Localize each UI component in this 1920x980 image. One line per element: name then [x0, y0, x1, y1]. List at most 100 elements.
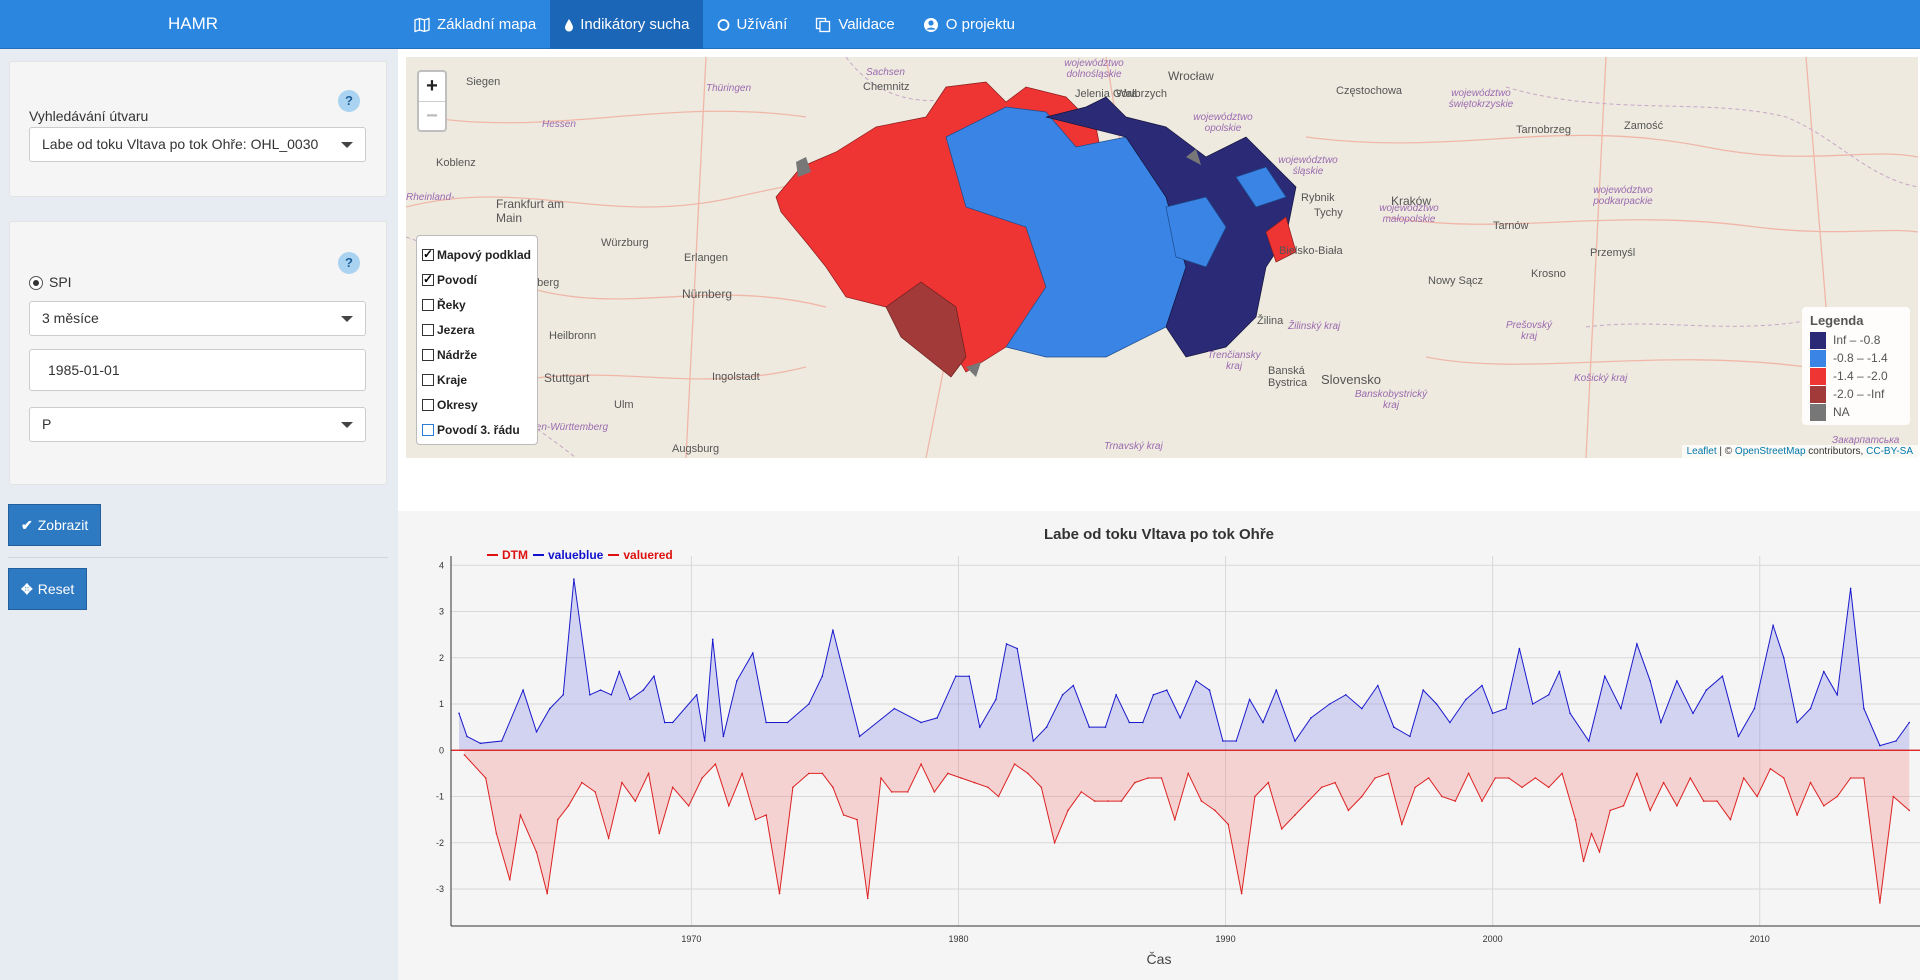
- checkbox[interactable]: [422, 323, 434, 336]
- series-valuered-point: [728, 805, 730, 807]
- series-valueblue-point: [1310, 717, 1312, 719]
- map-region-label: Thüringen: [706, 83, 752, 94]
- series-valueblue-point: [1836, 694, 1838, 696]
- legend-item-valuered[interactable]: valuered: [608, 548, 673, 562]
- series-valueblue-point: [1547, 694, 1550, 696]
- check-icon: ✔: [21, 516, 33, 533]
- chart-areas: [459, 579, 1910, 903]
- series-valuered-point: [880, 777, 882, 779]
- legend-label: -0.8 – -1.4: [1833, 351, 1888, 365]
- y-tick-label: 0: [439, 745, 444, 755]
- date-input[interactable]: 1985-01-01: [29, 349, 366, 391]
- series-valueblue-point: [808, 703, 810, 705]
- series-valueblue-point: [663, 721, 666, 724]
- legend-swatch: [1810, 367, 1826, 385]
- legend-label: -2.0 – -Inf: [1833, 387, 1885, 401]
- variable-select[interactable]: P: [29, 407, 366, 442]
- series-valuered-point: [866, 897, 869, 900]
- checkbox[interactable]: [422, 247, 434, 261]
- series-valueblue-point: [1104, 726, 1107, 728]
- layer-item[interactable]: Kraje: [422, 367, 532, 392]
- license-link[interactable]: CC-BY-SA: [1866, 446, 1913, 457]
- show-button[interactable]: ✔ Zobrazit: [8, 504, 102, 546]
- series-valueblue-point: [618, 670, 621, 673]
- legend-item-dtm[interactable]: DTM: [487, 548, 528, 562]
- nav-tab-uzivani[interactable]: Užívání: [703, 0, 801, 49]
- series-valuered-point: [1702, 800, 1705, 802]
- nav-tab-zakladni-mapa[interactable]: Základní mapa: [400, 0, 550, 49]
- app-brand[interactable]: HAMR: [168, 14, 218, 34]
- map-city-label: Würzburg: [601, 237, 649, 249]
- series-valueblue-point: [1393, 726, 1395, 728]
- series-valuered-point: [1783, 777, 1785, 779]
- series-valueblue-point: [610, 694, 613, 696]
- layer-item[interactable]: Jezera: [422, 317, 532, 342]
- series-valuered-point: [1294, 814, 1296, 816]
- chevron-down-icon: [341, 422, 353, 428]
- series-valuered-point: [906, 791, 909, 793]
- help-icon[interactable]: ?: [338, 252, 360, 274]
- zoom-control: + −: [417, 70, 447, 132]
- series-valuered-point: [1534, 777, 1537, 779]
- legend-item: NA: [1810, 403, 1902, 421]
- layer-item[interactable]: Řeky: [422, 292, 532, 317]
- series-valueblue-point: [1465, 698, 1467, 701]
- layer-item[interactable]: Povodí: [422, 267, 532, 292]
- series-valuered-point: [1590, 832, 1593, 835]
- layer-item[interactable]: Povodí 3. řádu: [422, 417, 532, 442]
- layer-item[interactable]: Nádrže: [422, 342, 532, 367]
- checkbox[interactable]: [422, 423, 434, 436]
- nav-tab-o-projektu[interactable]: O projektu: [909, 0, 1029, 49]
- layer-item[interactable]: Mapový podklad: [422, 242, 532, 267]
- zoom-in-button[interactable]: +: [419, 72, 445, 101]
- series-valueblue-point: [1222, 740, 1224, 742]
- series-valueblue-point: [1345, 694, 1347, 696]
- checkbox[interactable]: [422, 298, 434, 311]
- spi-radio[interactable]: [29, 276, 43, 290]
- osm-link[interactable]: OpenStreetMap: [1735, 446, 1806, 457]
- series-valuered-point: [1676, 805, 1678, 807]
- copy-icon: [815, 17, 831, 33]
- nav-tab-validace[interactable]: Validace: [801, 0, 908, 49]
- series-valueblue-point: [832, 629, 834, 631]
- checkbox[interactable]: [422, 373, 434, 386]
- waterbody-select[interactable]: Labe od toku Vltava po tok Ohře: OHL_003…: [29, 127, 366, 162]
- checkbox[interactable]: [422, 348, 434, 361]
- layer-control: Mapový podklad Povodí Řeky Jezera Nádrže…: [416, 235, 538, 445]
- map-city-label: Częstochowa: [1336, 85, 1403, 97]
- series-valueblue-point: [671, 721, 674, 724]
- series-valueblue-point: [1531, 703, 1534, 705]
- series-valuered-point: [1454, 800, 1457, 802]
- series-valueblue-point: [1377, 684, 1379, 687]
- series-valueblue-point: [500, 740, 503, 742]
- period-select[interactable]: 3 měsíce: [29, 301, 366, 336]
- map-region-label: województwo opolskie: [1193, 112, 1253, 134]
- series-valuered-point: [754, 818, 757, 821]
- series-valueblue-point: [1195, 680, 1197, 682]
- series-valueblue-point: [1908, 721, 1911, 724]
- zoom-out-button[interactable]: −: [419, 101, 445, 130]
- series-valuered-point: [1441, 795, 1443, 798]
- nav-tab-indikatory-sucha[interactable]: Indikátory sucha: [550, 0, 704, 49]
- help-icon[interactable]: ?: [338, 90, 360, 112]
- nav-tab-label: Užívání: [736, 16, 788, 33]
- map[interactable]: Siegen Chemnitz Jelenia Góra Wałbrzych W…: [406, 57, 1918, 458]
- layer-item[interactable]: Okresy: [422, 392, 532, 417]
- leaflet-link[interactable]: Leaflet: [1687, 446, 1717, 457]
- series-valuered-point: [1214, 809, 1216, 812]
- y-tick-label: -1: [436, 792, 444, 802]
- series-valuered-point: [495, 832, 498, 835]
- series-valueblue-point: [968, 675, 970, 677]
- reset-button[interactable]: ✥ Reset: [8, 568, 88, 610]
- checkbox[interactable]: [422, 272, 434, 286]
- series-valueblue-point: [1235, 740, 1237, 742]
- series-valuered-point: [1347, 809, 1350, 812]
- series-valueblue-point: [1005, 643, 1008, 645]
- series-valuered-point: [607, 837, 610, 839]
- series-valueblue-point: [1328, 703, 1331, 705]
- checkbox[interactable]: [422, 398, 434, 411]
- series-valuered-point: [1080, 791, 1083, 793]
- series-valuered-point: [1307, 800, 1310, 802]
- map-city-label: Erlangen: [684, 252, 729, 264]
- legend-item-valueblue[interactable]: valueblue: [533, 548, 603, 562]
